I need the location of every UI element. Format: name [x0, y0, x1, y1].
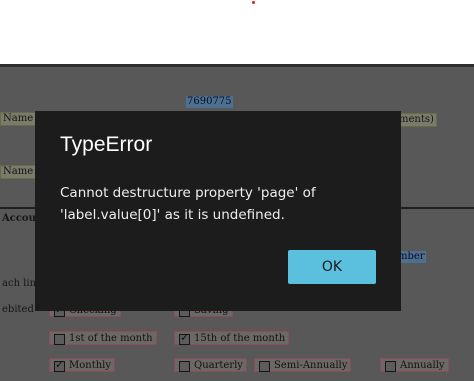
- name-label-2: Name: [0, 165, 37, 179]
- fifteenth-of-month-option[interactable]: 15th of the month: [174, 331, 290, 345]
- first-of-month-checkbox[interactable]: [54, 334, 65, 345]
- account-number-label: mber: [397, 251, 426, 263]
- ok-button[interactable]: OK: [288, 250, 376, 284]
- error-dialog: TypeError Cannot destructure property 'p…: [35, 111, 401, 311]
- semi-annually-option[interactable]: Semi-Annually: [254, 358, 352, 372]
- quarterly-label: Quarterly: [194, 360, 243, 371]
- fifteenth-of-month-label: 15th of the month: [194, 333, 286, 344]
- monthly-label: Monthly: [69, 360, 112, 371]
- semi-annually-label: Semi-Annually: [274, 360, 348, 371]
- fifteenth-of-month-checkbox[interactable]: [179, 331, 190, 345]
- annually-label: Annually: [400, 360, 445, 371]
- quarterly-option[interactable]: Quarterly: [174, 358, 247, 372]
- monthly-checkbox[interactable]: [54, 358, 65, 372]
- annually-checkbox[interactable]: [385, 361, 396, 372]
- dialog-message: Cannot destructure property 'page' of 'l…: [60, 185, 316, 223]
- name-label-1: Name: [0, 112, 37, 126]
- red-dot-marker: [252, 1, 255, 4]
- attachments-label: ments): [396, 113, 437, 127]
- first-of-month-option[interactable]: 1st of the month: [49, 331, 157, 345]
- quarterly-checkbox[interactable]: [179, 361, 190, 372]
- form-top-border: [0, 64, 474, 67]
- monthly-option[interactable]: Monthly: [49, 358, 116, 372]
- annually-option[interactable]: Annually: [380, 358, 449, 372]
- debited-label: ebited: [2, 304, 34, 315]
- semi-annually-checkbox[interactable]: [259, 361, 270, 372]
- number-field-highlight: 7690775: [186, 96, 233, 108]
- first-of-month-label: 1st of the month: [69, 333, 153, 344]
- dialog-title: TypeError: [60, 133, 153, 156]
